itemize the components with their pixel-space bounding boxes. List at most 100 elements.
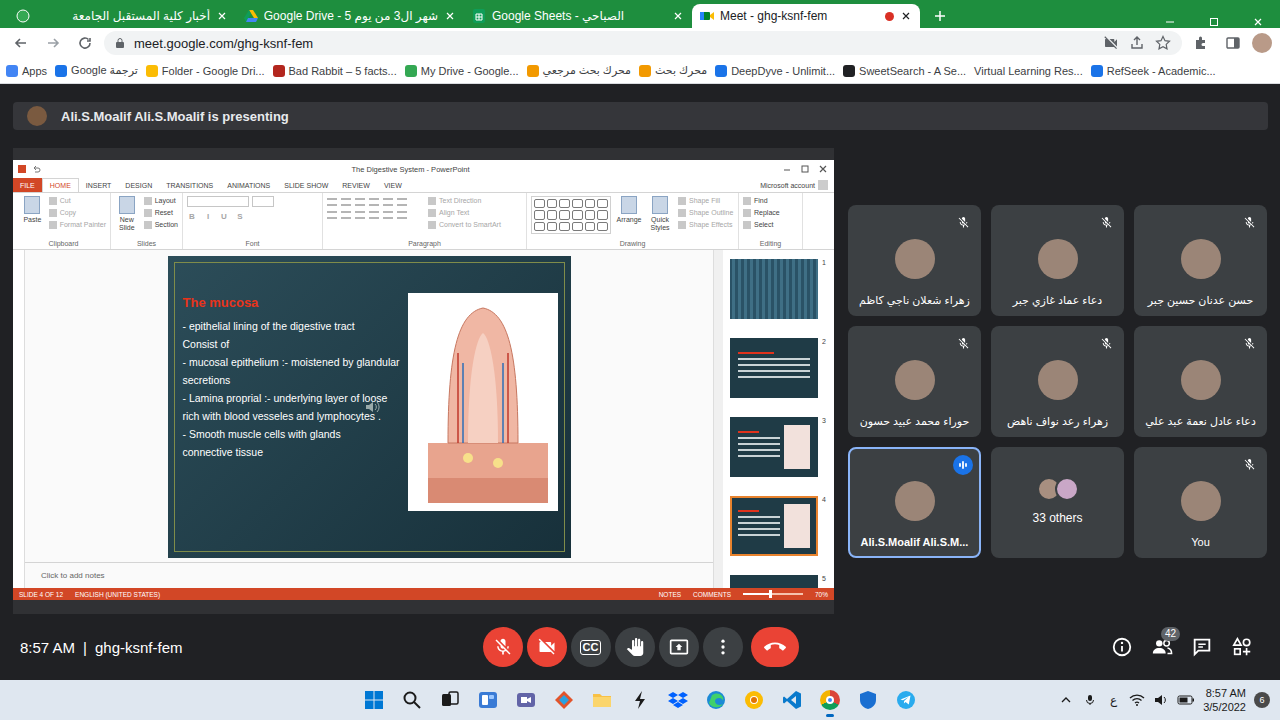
dropbox-icon[interactable] xyxy=(667,689,689,711)
participant-tile[interactable]: Ali.S.Moalif Ali.S.M... xyxy=(848,447,981,558)
paragraph-button[interactable] xyxy=(369,198,379,206)
format-button[interactable]: S xyxy=(235,212,245,221)
slide-thumbnail[interactable] xyxy=(730,575,818,588)
activities-icon[interactable] xyxy=(1231,636,1253,658)
undo-icon[interactable] xyxy=(31,164,41,174)
microphone-icon[interactable] xyxy=(1082,692,1098,708)
ppt-min-icon[interactable] xyxy=(780,162,794,176)
ribbon-button[interactable]: Align Text xyxy=(428,208,501,217)
vscode-icon[interactable] xyxy=(781,689,803,711)
format-button[interactable]: U xyxy=(219,212,229,221)
back-icon[interactable] xyxy=(8,30,34,56)
ribbon-tab[interactable]: INSERT xyxy=(79,178,119,192)
canary-icon[interactable] xyxy=(743,689,765,711)
ribbon-tab[interactable]: HOME xyxy=(42,178,79,192)
forward-icon[interactable] xyxy=(40,30,66,56)
more-button[interactable] xyxy=(703,627,743,667)
ribbon-button[interactable]: Shape Outline xyxy=(678,208,733,217)
taskview-icon[interactable] xyxy=(439,689,461,711)
ribbon-button[interactable]: Section xyxy=(144,220,178,229)
close-icon[interactable] xyxy=(444,10,456,22)
ribbon-tab[interactable]: DESIGN xyxy=(118,178,159,192)
canary-taskbar-button[interactable] xyxy=(735,681,773,719)
info-icon[interactable] xyxy=(1111,636,1133,658)
bookmark[interactable]: Apps xyxy=(6,65,47,77)
ribbon-button[interactable]: Paste xyxy=(21,196,44,224)
chrome-taskbar-button[interactable] xyxy=(811,681,849,719)
ribbon-button[interactable]: Shape Fill xyxy=(678,196,733,205)
close-icon[interactable] xyxy=(672,10,684,22)
new-tab-button[interactable] xyxy=(926,4,954,28)
ribbon-tab[interactable]: TRANSITIONS xyxy=(159,178,220,192)
chevron-up-icon[interactable] xyxy=(1058,692,1074,708)
ribbon-button[interactable]: Layout xyxy=(144,196,178,205)
format-button[interactable]: B xyxy=(187,212,197,221)
audio-icon[interactable] xyxy=(364,398,382,416)
sketch-taskbar-button[interactable] xyxy=(545,681,583,719)
ppt-max-icon[interactable] xyxy=(798,162,812,176)
participant-tile[interactable]: دعاء عادل نعمة عبد علي xyxy=(1134,326,1267,437)
more-icon[interactable] xyxy=(712,636,734,658)
captions-button[interactable]: CC xyxy=(571,627,611,667)
ribbon-button[interactable]: Shape Effects xyxy=(678,220,733,229)
ribbon-button[interactable]: Convert to SmartArt xyxy=(428,220,501,229)
ribbon-button[interactable]: Quick Styles xyxy=(647,196,673,232)
ribbon-button[interactable]: Replace xyxy=(743,208,780,217)
camera-button[interactable] xyxy=(527,627,567,667)
telegram-icon[interactable] xyxy=(895,689,917,711)
paragraph-button[interactable] xyxy=(341,198,351,206)
vscode-taskbar-button[interactable] xyxy=(773,681,811,719)
input-language[interactable]: ع xyxy=(1106,693,1121,707)
battery-icon[interactable] xyxy=(1177,691,1195,709)
font-name-field[interactable] xyxy=(187,196,249,207)
participant-tile[interactable]: دعاء عماد غازي جبر xyxy=(991,205,1124,316)
activities-button[interactable] xyxy=(1222,627,1262,667)
bookmark[interactable]: RefSeek - Academic... xyxy=(1091,65,1216,77)
slide-thumbnail[interactable] xyxy=(730,417,818,477)
hand-icon[interactable] xyxy=(624,636,646,658)
paragraph-button[interactable] xyxy=(397,198,407,206)
clock[interactable]: 8:57 AM3/5/2022 xyxy=(1203,686,1246,714)
paragraph-button[interactable] xyxy=(355,211,365,219)
ribbon-button[interactable]: Reset xyxy=(144,208,178,217)
paragraph-button[interactable] xyxy=(383,198,393,206)
participant-tile[interactable]: زهراء رعد نواف ناهض xyxy=(991,326,1124,437)
ribbon-tab[interactable]: ANIMATIONS xyxy=(220,178,277,192)
reload-icon[interactable] xyxy=(72,30,98,56)
widgets-taskbar-button[interactable] xyxy=(469,681,507,719)
leave-icon[interactable] xyxy=(764,636,786,658)
extensions-icon[interactable] xyxy=(1188,30,1214,56)
mic-icon[interactable] xyxy=(492,636,514,658)
bookmark[interactable]: محرك بحث xyxy=(639,64,707,77)
files-taskbar-button[interactable] xyxy=(583,681,621,719)
notes-field[interactable]: Click to add notes xyxy=(25,562,713,588)
bookmark[interactable]: Bad Rabbit – 5 facts... xyxy=(273,65,397,77)
bookmark[interactable]: Folder - Google Dri... xyxy=(146,65,265,77)
participant-tile[interactable]: حوراء محمد عبيد حسون xyxy=(848,326,981,437)
participant-tile[interactable]: حسن عدنان حسين جبر xyxy=(1134,205,1267,316)
camera-icon[interactable] xyxy=(536,636,558,658)
hand-button[interactable] xyxy=(615,627,655,667)
bookmark[interactable]: DeepDyve - Unlimit... xyxy=(715,65,835,77)
browser-tab[interactable]: أخبار كلية المستقبل الجامعة xyxy=(8,4,236,28)
participant-tile[interactable]: زهراء شعلان ناجي كاظم xyxy=(848,205,981,316)
ribbon-button[interactable]: Arrange xyxy=(616,196,642,224)
profile-avatar[interactable] xyxy=(1252,33,1272,53)
paragraph-button[interactable] xyxy=(397,211,407,219)
font-size-field[interactable] xyxy=(252,196,274,207)
volume-icon[interactable] xyxy=(1153,692,1169,708)
teams-taskbar-button[interactable] xyxy=(507,681,545,719)
shapes-gallery[interactable] xyxy=(531,196,611,234)
slide-thumbnail[interactable] xyxy=(730,496,818,556)
file-tab[interactable]: FILE xyxy=(13,178,42,192)
participant-tile[interactable]: You xyxy=(1134,447,1267,558)
people-button[interactable]: 42 xyxy=(1142,627,1182,667)
chat-icon[interactable] xyxy=(1191,636,1213,658)
comments-button[interactable]: COMMENTS xyxy=(693,591,731,598)
pen-icon[interactable] xyxy=(629,689,651,711)
slide-thumbnail[interactable] xyxy=(730,338,818,398)
zoom-thumb[interactable] xyxy=(769,590,772,598)
participant-tile[interactable]: 33 others xyxy=(991,447,1124,558)
close-icon[interactable] xyxy=(900,10,912,22)
ribbon-tab[interactable]: SLIDE SHOW xyxy=(277,178,335,192)
